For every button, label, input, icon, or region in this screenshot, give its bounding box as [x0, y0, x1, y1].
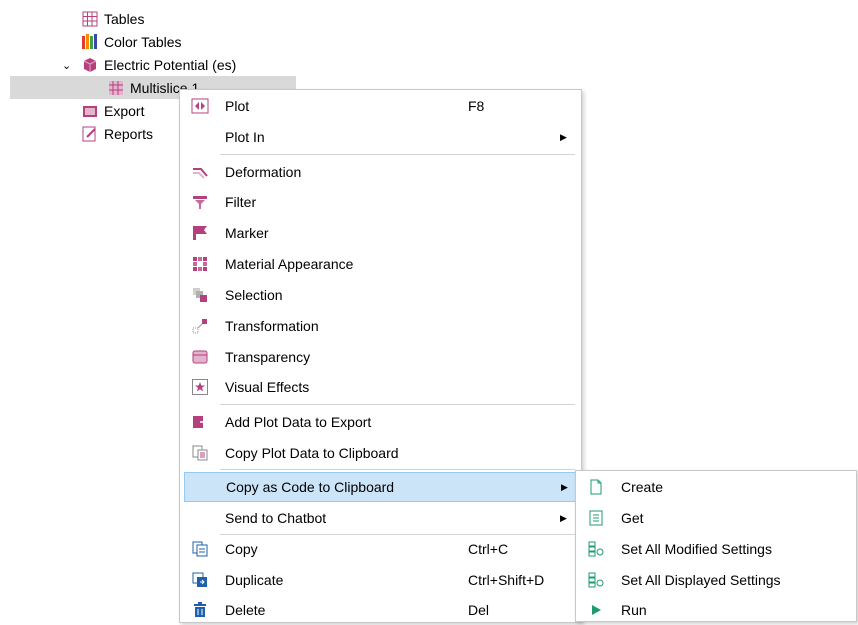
menu-item-transformation[interactable]: Transformation	[184, 311, 577, 341]
menu-item-copy[interactable]: Copy Ctrl+C	[184, 534, 577, 564]
menu-item-label: Copy Plot Data to Clipboard	[225, 445, 399, 461]
settings-refresh-icon	[580, 541, 612, 557]
submenu-item-label: Run	[621, 602, 647, 618]
menu-item-label: Deformation	[225, 164, 302, 180]
menu-item-label: Plot	[225, 98, 250, 114]
tree-item-tables[interactable]: Tables	[82, 8, 144, 30]
submenu-copy-as-code: Create Get Set All Modified Settings Set…	[575, 470, 857, 622]
menu-item-add-plot-data-to-export[interactable]: Add Plot Data to Export	[184, 407, 577, 437]
tree-item-label: Tables	[104, 11, 145, 27]
submenu-item-set-all-modified[interactable]: Set All Modified Settings	[580, 534, 852, 564]
table-icon	[82, 11, 98, 27]
submenu-item-run[interactable]: Run	[580, 595, 852, 625]
selection-icon	[184, 287, 216, 303]
tree-item-label: Color Tables	[104, 34, 182, 50]
menu-item-copy-plot-data[interactable]: Copy Plot Data to Clipboard	[184, 438, 577, 468]
context-menu: Plot F8 Plot In ▶ Deformation Filter Mar…	[179, 89, 582, 623]
submenu-item-label: Set All Displayed Settings	[621, 572, 781, 588]
multislice-icon	[108, 80, 124, 96]
menu-item-label: Copy	[225, 541, 258, 557]
menu-item-label: Duplicate	[225, 572, 284, 588]
menu-item-label: Selection	[225, 287, 283, 303]
menu-item-label: Copy as Code to Clipboard	[226, 479, 395, 495]
menu-item-duplicate[interactable]: Duplicate Ctrl+Shift+D	[184, 565, 577, 595]
menu-item-marker[interactable]: Marker	[184, 218, 577, 248]
submenu-item-create[interactable]: Create	[580, 472, 852, 502]
tree-item-export[interactable]: Export	[82, 100, 144, 122]
settings-refresh-icon	[580, 572, 612, 588]
deformation-icon	[184, 164, 216, 180]
menu-item-selection[interactable]: Selection	[184, 280, 577, 310]
submenu-arrow-icon: ▶	[561, 481, 568, 492]
tree-item-label: Electric Potential (es)	[104, 57, 237, 73]
tree-item-color-tables[interactable]: Color Tables	[82, 31, 182, 53]
menu-item-plot[interactable]: Plot F8	[184, 91, 577, 121]
menu-item-label: Add Plot Data to Export	[225, 414, 372, 430]
menu-separator	[220, 469, 575, 470]
list-document-icon	[580, 510, 612, 526]
menu-item-shortcut: F8	[468, 98, 485, 114]
filter-icon	[184, 194, 216, 210]
menu-separator	[220, 154, 575, 155]
tree-item-label: Export	[104, 103, 145, 119]
tree-item-reports[interactable]: Reports	[82, 123, 153, 145]
visual-effects-star-icon	[184, 379, 216, 395]
menu-item-visual-effects[interactable]: Visual Effects	[184, 372, 577, 402]
menu-item-plot-in[interactable]: Plot In ▶	[184, 122, 577, 152]
transparency-icon	[184, 349, 216, 365]
menu-item-label: Material Appearance	[225, 256, 354, 272]
menu-item-delete[interactable]: Delete Del	[184, 595, 577, 625]
submenu-item-set-all-displayed[interactable]: Set All Displayed Settings	[580, 565, 852, 595]
submenu-arrow-icon: ▶	[560, 512, 567, 523]
reports-icon	[82, 126, 98, 142]
submenu-arrow-icon: ▶	[560, 131, 567, 142]
transformation-icon	[184, 318, 216, 334]
new-document-icon	[580, 479, 612, 495]
menu-item-label: Plot In	[225, 129, 265, 145]
chevron-down-icon[interactable]: ⌄	[62, 59, 76, 72]
copy-plot-data-icon	[184, 445, 216, 461]
menu-item-label: Transformation	[225, 318, 319, 334]
menu-item-shortcut: Ctrl+Shift+D	[468, 572, 545, 588]
submenu-item-label: Get	[621, 510, 644, 526]
export-icon	[82, 103, 98, 119]
duplicate-icon	[184, 572, 216, 588]
add-to-export-icon	[184, 414, 216, 430]
submenu-item-get[interactable]: Get	[580, 503, 852, 533]
tree-item-electric-potential[interactable]: ⌄ Electric Potential (es)	[62, 54, 236, 76]
plot-group-3d-icon	[82, 57, 98, 73]
menu-item-deformation[interactable]: Deformation	[184, 157, 577, 187]
submenu-item-label: Set All Modified Settings	[621, 541, 772, 557]
menu-item-label: Marker	[225, 225, 269, 241]
plot-icon	[184, 98, 216, 114]
color-tables-icon	[82, 34, 98, 50]
menu-item-label: Filter	[225, 194, 257, 210]
menu-item-send-to-chatbot[interactable]: Send to Chatbot ▶	[184, 503, 577, 533]
trash-icon	[184, 602, 216, 618]
menu-item-label: Transparency	[225, 349, 311, 365]
run-play-icon	[580, 602, 612, 618]
copy-icon	[184, 541, 216, 557]
menu-item-shortcut: Ctrl+C	[468, 541, 509, 557]
tree-item-label: Reports	[104, 126, 154, 142]
menu-item-label: Send to Chatbot	[225, 510, 327, 526]
menu-item-label: Delete	[225, 602, 266, 618]
marker-flag-icon	[184, 225, 216, 241]
material-appearance-icon	[184, 256, 216, 272]
menu-item-filter[interactable]: Filter	[184, 187, 577, 217]
menu-item-transparency[interactable]: Transparency	[184, 342, 577, 372]
menu-item-material-appearance[interactable]: Material Appearance	[184, 249, 577, 279]
menu-item-shortcut: Del	[468, 602, 490, 618]
submenu-item-label: Create	[621, 479, 664, 495]
menu-item-label: Visual Effects	[225, 379, 310, 395]
menu-separator	[220, 404, 575, 405]
menu-item-copy-as-code[interactable]: Copy as Code to Clipboard ▶	[184, 472, 577, 502]
